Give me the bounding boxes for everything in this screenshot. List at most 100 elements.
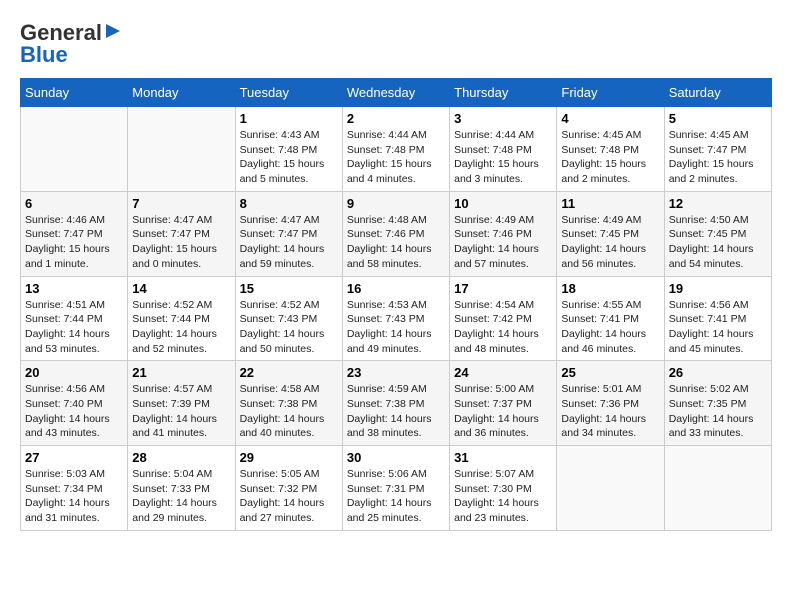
calendar-week-row: 27Sunrise: 5:03 AM Sunset: 7:34 PM Dayli… — [21, 446, 772, 531]
day-info: Sunrise: 5:01 AM Sunset: 7:36 PM Dayligh… — [561, 382, 659, 441]
day-number: 10 — [454, 196, 552, 211]
day-info: Sunrise: 5:02 AM Sunset: 7:35 PM Dayligh… — [669, 382, 767, 441]
calendar-cell — [21, 107, 128, 192]
calendar-cell: 11 Sunrise: 4:49 AM Sunset: 7:45 PM Dayli… — [557, 191, 664, 276]
calendar-cell: 24 Sunrise: 5:00 AM Sunset: 7:37 PM Dayli… — [450, 361, 557, 446]
day-number: 1 — [240, 111, 338, 126]
calendar-cell: 19 Sunrise: 4:56 AM Sunset: 7:41 PM Dayli… — [664, 276, 771, 361]
logo-blue-text: Blue — [20, 42, 68, 68]
day-info: Sunrise: 4:49 AM Sunset: 7:46 PM Dayligh… — [454, 213, 552, 272]
calendar-cell: 16 Sunrise: 4:53 AM Sunset: 7:43 PM Dayli… — [342, 276, 449, 361]
calendar-cell: 15Sunrise: 4:52 AM Sunset: 7:43 PM Dayli… — [235, 276, 342, 361]
calendar-cell: 6Sunrise: 4:46 AM Sunset: 7:47 PM Daylig… — [21, 191, 128, 276]
day-number: 20 — [25, 365, 123, 380]
calendar-cell: 23 Sunrise: 4:59 AM Sunset: 7:38 PM Dayli… — [342, 361, 449, 446]
day-info: Sunrise: 4:54 AM Sunset: 7:42 PM Dayligh… — [454, 298, 552, 357]
day-info: Sunrise: 4:51 AM Sunset: 7:44 PM Dayligh… — [25, 298, 123, 357]
calendar-cell: 29Sunrise: 5:05 AM Sunset: 7:32 PM Dayli… — [235, 446, 342, 531]
calendar-cell: 2 Sunrise: 4:44 AM Sunset: 7:48 PM Daylig… — [342, 107, 449, 192]
calendar-cell: 8 Sunrise: 4:47 AM Sunset: 7:47 PM Daylig… — [235, 191, 342, 276]
calendar-cell: 30Sunrise: 5:06 AM Sunset: 7:31 PM Dayli… — [342, 446, 449, 531]
day-info: Sunrise: 4:53 AM Sunset: 7:43 PM Dayligh… — [347, 298, 445, 357]
day-number: 3 — [454, 111, 552, 126]
calendar-cell: 21 Sunrise: 4:57 AM Sunset: 7:39 PM Dayli… — [128, 361, 235, 446]
calendar-week-row: 20 Sunrise: 4:56 AM Sunset: 7:40 PM Dayli… — [21, 361, 772, 446]
day-number: 2 — [347, 111, 445, 126]
calendar-cell: 9 Sunrise: 4:48 AM Sunset: 7:46 PM Daylig… — [342, 191, 449, 276]
calendar-cell: 26 Sunrise: 5:02 AM Sunset: 7:35 PM Dayli… — [664, 361, 771, 446]
day-info: Sunrise: 4:47 AM Sunset: 7:47 PM Dayligh… — [240, 213, 338, 272]
calendar-cell — [128, 107, 235, 192]
calendar-cell — [557, 446, 664, 531]
weekday-header: Saturday — [664, 79, 771, 107]
day-number: 19 — [669, 281, 767, 296]
day-number: 26 — [669, 365, 767, 380]
day-number: 11 — [561, 196, 659, 211]
day-info: Sunrise: 5:00 AM Sunset: 7:37 PM Dayligh… — [454, 382, 552, 441]
weekday-header: Tuesday — [235, 79, 342, 107]
calendar-cell: 3 Sunrise: 4:44 AM Sunset: 7:48 PM Daylig… — [450, 107, 557, 192]
calendar-week-row: 13 Sunrise: 4:51 AM Sunset: 7:44 PM Dayli… — [21, 276, 772, 361]
day-number: 12 — [669, 196, 767, 211]
day-number: 14 — [132, 281, 230, 296]
day-info: Sunrise: 4:44 AM Sunset: 7:48 PM Dayligh… — [454, 128, 552, 187]
day-number: 24 — [454, 365, 552, 380]
calendar-cell: 1Sunrise: 4:43 AM Sunset: 7:48 PM Daylig… — [235, 107, 342, 192]
day-info: Sunrise: 4:55 AM Sunset: 7:41 PM Dayligh… — [561, 298, 659, 357]
page-header: General Blue — [20, 20, 772, 68]
calendar-cell: 28Sunrise: 5:04 AM Sunset: 7:33 PM Dayli… — [128, 446, 235, 531]
calendar-cell: 14 Sunrise: 4:52 AM Sunset: 7:44 PM Dayli… — [128, 276, 235, 361]
day-number: 13 — [25, 281, 123, 296]
day-info: Sunrise: 5:07 AM Sunset: 7:30 PM Dayligh… — [454, 467, 552, 526]
day-info: Sunrise: 4:44 AM Sunset: 7:48 PM Dayligh… — [347, 128, 445, 187]
logo-triangle-icon — [104, 22, 122, 40]
day-number: 7 — [132, 196, 230, 211]
day-info: Sunrise: 4:56 AM Sunset: 7:41 PM Dayligh… — [669, 298, 767, 357]
day-info: Sunrise: 4:49 AM Sunset: 7:45 PM Dayligh… — [561, 213, 659, 272]
calendar-cell: 18 Sunrise: 4:55 AM Sunset: 7:41 PM Dayli… — [557, 276, 664, 361]
day-number: 9 — [347, 196, 445, 211]
day-info: Sunrise: 5:05 AM Sunset: 7:32 PM Dayligh… — [240, 467, 338, 526]
calendar-header-row: SundayMondayTuesdayWednesdayThursdayFrid… — [21, 79, 772, 107]
day-number: 5 — [669, 111, 767, 126]
day-info: Sunrise: 4:52 AM Sunset: 7:43 PM Dayligh… — [240, 298, 338, 357]
day-info: Sunrise: 4:48 AM Sunset: 7:46 PM Dayligh… — [347, 213, 445, 272]
day-info: Sunrise: 4:56 AM Sunset: 7:40 PM Dayligh… — [25, 382, 123, 441]
day-number: 31 — [454, 450, 552, 465]
calendar-week-row: 6Sunrise: 4:46 AM Sunset: 7:47 PM Daylig… — [21, 191, 772, 276]
calendar-cell — [664, 446, 771, 531]
calendar-cell: 25 Sunrise: 5:01 AM Sunset: 7:36 PM Dayli… — [557, 361, 664, 446]
day-number: 23 — [347, 365, 445, 380]
day-number: 16 — [347, 281, 445, 296]
day-number: 21 — [132, 365, 230, 380]
day-number: 25 — [561, 365, 659, 380]
day-info: Sunrise: 4:58 AM Sunset: 7:38 PM Dayligh… — [240, 382, 338, 441]
weekday-header: Thursday — [450, 79, 557, 107]
weekday-header: Sunday — [21, 79, 128, 107]
day-info: Sunrise: 4:45 AM Sunset: 7:47 PM Dayligh… — [669, 128, 767, 187]
day-number: 18 — [561, 281, 659, 296]
weekday-header: Wednesday — [342, 79, 449, 107]
day-info: Sunrise: 4:45 AM Sunset: 7:48 PM Dayligh… — [561, 128, 659, 187]
calendar-cell: 20 Sunrise: 4:56 AM Sunset: 7:40 PM Dayli… — [21, 361, 128, 446]
day-info: Sunrise: 4:47 AM Sunset: 7:47 PM Dayligh… — [132, 213, 230, 272]
day-number: 30 — [347, 450, 445, 465]
day-number: 6 — [25, 196, 123, 211]
day-info: Sunrise: 4:57 AM Sunset: 7:39 PM Dayligh… — [132, 382, 230, 441]
day-number: 28 — [132, 450, 230, 465]
calendar-cell: 7 Sunrise: 4:47 AM Sunset: 7:47 PM Daylig… — [128, 191, 235, 276]
day-number: 17 — [454, 281, 552, 296]
day-number: 27 — [25, 450, 123, 465]
day-info: Sunrise: 4:59 AM Sunset: 7:38 PM Dayligh… — [347, 382, 445, 441]
day-info: Sunrise: 4:50 AM Sunset: 7:45 PM Dayligh… — [669, 213, 767, 272]
day-info: Sunrise: 4:52 AM Sunset: 7:44 PM Dayligh… — [132, 298, 230, 357]
calendar-cell: 4 Sunrise: 4:45 AM Sunset: 7:48 PM Daylig… — [557, 107, 664, 192]
calendar-cell: 17 Sunrise: 4:54 AM Sunset: 7:42 PM Dayli… — [450, 276, 557, 361]
calendar-cell: 27Sunrise: 5:03 AM Sunset: 7:34 PM Dayli… — [21, 446, 128, 531]
calendar-cell: 13 Sunrise: 4:51 AM Sunset: 7:44 PM Dayli… — [21, 276, 128, 361]
calendar-cell: 12 Sunrise: 4:50 AM Sunset: 7:45 PM Dayli… — [664, 191, 771, 276]
weekday-header: Friday — [557, 79, 664, 107]
calendar-cell: 22Sunrise: 4:58 AM Sunset: 7:38 PM Dayli… — [235, 361, 342, 446]
day-number: 8 — [240, 196, 338, 211]
day-number: 4 — [561, 111, 659, 126]
